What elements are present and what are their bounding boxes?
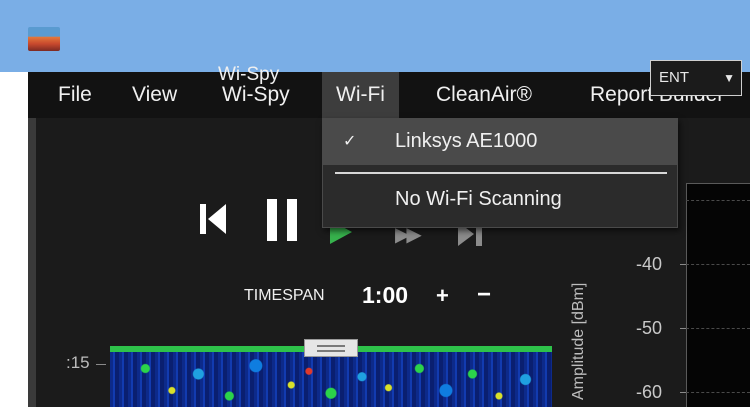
menu-separator	[335, 172, 667, 174]
y-tick-label: -60	[636, 382, 663, 402]
grid-line	[686, 264, 750, 265]
grid-line	[686, 200, 750, 201]
wifi-menu-item-no-scanning[interactable]: No Wi-Fi Scanning	[323, 177, 677, 223]
skip-back-icon[interactable]	[200, 204, 226, 234]
menu-cleanair[interactable]: CleanAir®	[422, 72, 546, 118]
check-icon: ✓	[343, 133, 357, 150]
menu-wi-fi[interactable]: Wi-Fi	[322, 72, 399, 118]
waterfall-drag-handle[interactable]	[304, 339, 358, 357]
grid-line	[686, 392, 750, 393]
title-bar	[0, 0, 750, 72]
grid-line	[686, 328, 750, 329]
timespan-label: TIMESPAN	[244, 287, 325, 304]
mode-select-value: ENT	[659, 69, 689, 86]
wifi-menu-item-label: Linksys AE1000	[395, 130, 538, 152]
y-tick-mark	[680, 264, 686, 265]
menu-file[interactable]: File	[44, 72, 106, 118]
timespan-value: 1:00	[362, 282, 409, 308]
device-label: Wi-Spy	[218, 64, 280, 85]
wifi-menu-item-label: No Wi-Fi Scanning	[395, 188, 562, 210]
wifi-dropdown-menu: ✓ Linksys AE1000 No Wi-Fi Scanning	[322, 118, 678, 228]
waterfall-heatmap	[110, 352, 552, 407]
chevron-down-icon: ▼	[723, 71, 735, 85]
timespan-increase-button[interactable]: +	[436, 283, 449, 309]
app-logo-icon	[28, 27, 60, 51]
spectrum-plot[interactable]	[686, 183, 750, 407]
mode-select[interactable]: ENT ▼	[650, 60, 742, 96]
amplitude-axis-label: Amplitude [dBm]	[570, 282, 587, 400]
pause-icon[interactable]	[267, 199, 297, 241]
waterfall-tick-mark	[96, 364, 106, 365]
y-tick-mark	[680, 328, 686, 329]
waterfall-time-tick: :15	[66, 353, 90, 372]
timespan-decrease-button[interactable]: −	[477, 281, 491, 309]
menu-view[interactable]: View	[118, 72, 191, 118]
y-tick-mark	[680, 392, 686, 393]
y-tick-label: -50	[636, 318, 663, 338]
left-rail	[28, 118, 36, 407]
wifi-menu-item-linksys[interactable]: ✓ Linksys AE1000	[323, 119, 677, 165]
y-tick-label: -40	[636, 254, 663, 274]
menu-bar: File View Wi-Spy Wi-Fi CleanAir® Report …	[28, 72, 750, 118]
